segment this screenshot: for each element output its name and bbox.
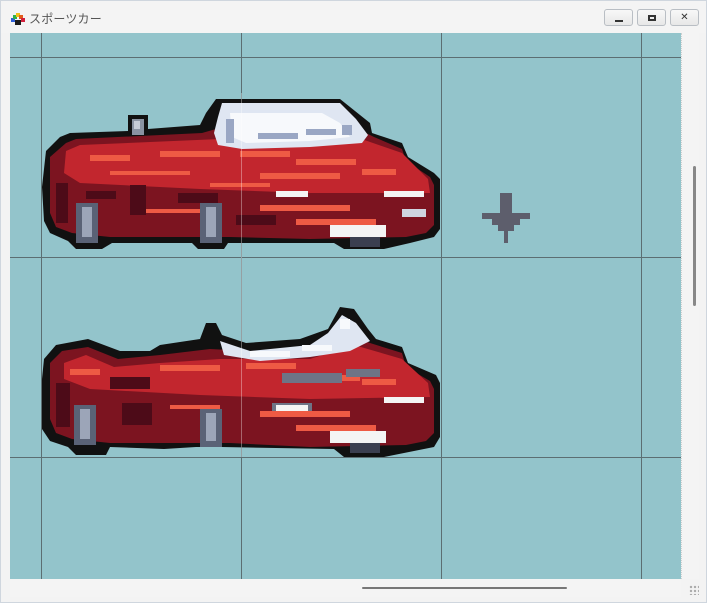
horizontal-scroll-thumb[interactable] — [362, 587, 567, 589]
sprite-canvas[interactable] — [10, 33, 681, 579]
title-bar[interactable]: スポーツカー ✕ — [1, 1, 706, 33]
minimize-button[interactable] — [604, 9, 633, 26]
close-icon: ✕ — [680, 12, 689, 23]
horizontal-scrollbar[interactable] — [10, 579, 681, 597]
maximize-button[interactable] — [637, 9, 666, 26]
minimize-icon — [614, 17, 623, 22]
rainbow-app-icon — [11, 13, 25, 25]
app-window: スポーツカー ✕ — [0, 0, 707, 603]
vertical-scroll-thumb[interactable] — [693, 166, 696, 306]
maximize-icon — [647, 14, 656, 21]
close-button[interactable]: ✕ — [670, 9, 699, 26]
resize-grip-icon[interactable] — [689, 585, 699, 595]
window-title: スポーツカー — [29, 12, 102, 26]
sprite-editor-svg — [10, 33, 681, 579]
vertical-scrollbar[interactable] — [681, 33, 699, 579]
down-arrow-icon — [482, 193, 530, 243]
